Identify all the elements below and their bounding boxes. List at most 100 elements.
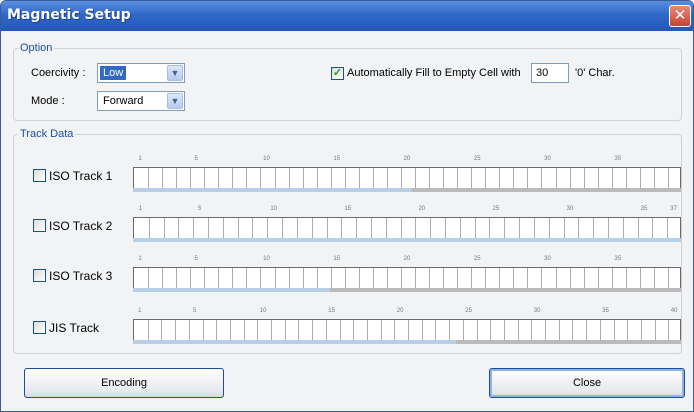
track-progress-bar [133, 288, 681, 292]
cell-divider [517, 320, 519, 340]
coercivity-select[interactable]: Low ▼ [97, 63, 185, 83]
track-cells-input[interactable] [133, 319, 681, 340]
cell-divider [356, 218, 358, 238]
ruler-tick: 30 [566, 206, 574, 212]
cell-divider [443, 168, 445, 188]
cell-divider [545, 320, 546, 340]
mode-select[interactable]: Forward ▼ [97, 91, 185, 111]
cell-divider [339, 320, 341, 340]
option-legend: Option [20, 42, 53, 54]
cell-divider [558, 320, 560, 340]
track-row: ISO Track 2 1 5 10 15 20 25 30 35 37 [1, 206, 693, 246]
cell-divider [459, 218, 461, 238]
encoding-button[interactable]: Encoding [24, 368, 224, 398]
track-ruler: 1 5 10 15 20 25 30 35 37 [133, 206, 681, 216]
cell-divider [613, 320, 615, 340]
ruler-tick: 30 [544, 256, 551, 262]
close-window-button[interactable]: ✕ [669, 5, 691, 27]
track-cells-input[interactable] [133, 267, 681, 288]
cell-divider [288, 268, 290, 288]
cell-divider [296, 218, 298, 238]
cell-divider [216, 320, 218, 340]
ruler-tick: 25 [473, 256, 481, 262]
cell-divider [394, 320, 396, 340]
cell-divider [531, 320, 533, 340]
cell-divider [474, 218, 476, 238]
cell-divider [175, 320, 177, 340]
cell-divider [599, 320, 601, 340]
cell-divider [519, 218, 521, 238]
cell-divider [190, 168, 192, 188]
cell-divider [443, 268, 445, 288]
ruler-tick: 37 [670, 206, 677, 212]
cell-divider [421, 320, 423, 340]
track-progress-bar [133, 340, 681, 344]
cell-divider [366, 320, 368, 340]
mode-value: Forward [103, 95, 144, 107]
cell-divider [457, 268, 459, 288]
cell-divider [257, 320, 259, 340]
autofill-value-input[interactable]: 30 [531, 63, 569, 83]
cell-divider [274, 268, 276, 288]
cell-divider [176, 268, 178, 288]
cell-divider [302, 268, 304, 288]
cell-divider [499, 268, 501, 288]
track-label: ISO Track 3 [49, 269, 113, 283]
cell-divider [222, 218, 224, 238]
ruler-tick: 1 [138, 156, 142, 162]
cell-divider [586, 320, 588, 340]
cell-divider [311, 218, 313, 238]
cell-divider [408, 320, 409, 340]
cell-divider [462, 320, 464, 340]
cell-divider [218, 268, 220, 288]
chevron-down-icon[interactable]: ▼ [167, 65, 183, 81]
cell-divider [611, 168, 613, 188]
cell-divider [429, 168, 431, 188]
ruler-tick: 30 [533, 308, 541, 314]
close-button[interactable]: Close [489, 368, 685, 398]
cell-divider [533, 218, 535, 238]
autofill-checkbox[interactable]: ✓ [331, 67, 344, 80]
track-ruler: 1 5 10 15 20 25 30 35 [133, 256, 681, 266]
cell-divider [267, 218, 269, 238]
cell-divider [667, 268, 669, 288]
cell-divider [415, 218, 417, 238]
autofill-label: Automatically Fill to Empty Cell with [347, 67, 521, 79]
cell-divider [485, 268, 487, 288]
cell-divider [572, 320, 574, 340]
cell-divider [316, 268, 318, 288]
track-data-legend: Track Data [20, 128, 74, 140]
cell-divider [372, 168, 374, 188]
cell-divider [527, 268, 529, 288]
cell-divider [386, 168, 388, 188]
track-progress-fill [133, 188, 413, 192]
cell-divider [471, 268, 473, 288]
track-row: JIS Track 1 5 10 15 20 25 30 35 40 [1, 308, 693, 348]
cell-divider [435, 320, 437, 340]
cell-divider [625, 168, 627, 188]
window-title: Magnetic Setup [7, 7, 131, 23]
autofill-suffix: '0' Char. [575, 67, 615, 79]
track-cells-input[interactable] [133, 217, 681, 238]
chevron-down-icon[interactable]: ▼ [167, 93, 183, 109]
cell-divider [667, 218, 669, 238]
cell-divider [637, 218, 639, 238]
cell-divider [541, 168, 543, 188]
ruler-tick: 10 [270, 206, 278, 212]
track-cells-input[interactable] [133, 167, 681, 188]
track-progress-bar [133, 238, 681, 242]
cell-divider [607, 218, 609, 238]
cell-divider [400, 218, 402, 238]
track-checkbox[interactable] [33, 269, 46, 282]
track-checkbox[interactable] [33, 321, 46, 334]
track-checkbox[interactable] [33, 169, 46, 182]
cell-divider [583, 168, 585, 188]
cell-divider [563, 218, 565, 238]
ruler-tick: 40 [670, 308, 678, 314]
cell-divider [583, 268, 585, 288]
track-checkbox[interactable] [33, 219, 46, 232]
cell-divider [372, 268, 374, 288]
track-row: ISO Track 1 1 5 10 15 20 25 30 35 [1, 156, 693, 196]
cell-divider [148, 268, 150, 288]
cell-divider [218, 168, 220, 188]
